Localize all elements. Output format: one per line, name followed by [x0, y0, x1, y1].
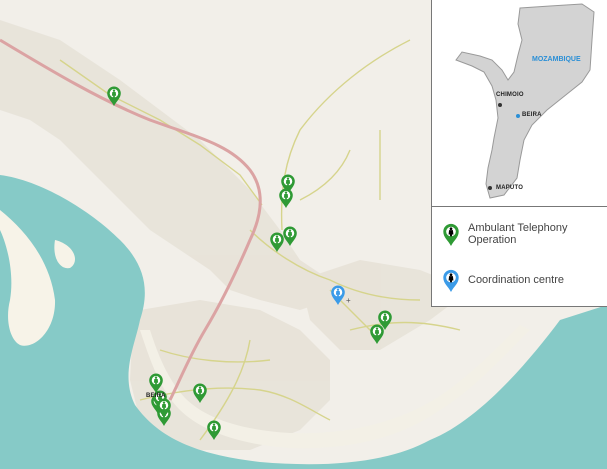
inset-city-beira: BEIRA	[522, 112, 542, 118]
inset-country-label: MOZAMBIQUE	[532, 56, 581, 63]
inset-city-chimoio: CHIMOIO	[496, 92, 524, 98]
beira-dot	[516, 114, 520, 118]
inset-country-shape	[455, 3, 595, 199]
legend-item-ambulant: Ambulant Telephony Operation	[442, 221, 588, 247]
legend-item-coordination: Coordination centre	[442, 267, 588, 293]
green-marker-icon	[443, 223, 459, 247]
legend: Ambulant Telephony Operation Coordinatio…	[431, 207, 607, 307]
maputo-dot	[488, 186, 492, 190]
map-figure: + BEIRA MOZAMBIQUE CHIMOIO BEIRA MAPUTO …	[0, 0, 607, 469]
map-city-label: BEIRA	[146, 393, 166, 399]
legend-label-ambulant: Ambulant Telephony Operation	[468, 222, 568, 246]
chimoio-dot	[498, 103, 502, 107]
svg-text:+: +	[346, 296, 351, 305]
blue-marker-icon	[443, 269, 459, 293]
legend-label-coordination: Coordination centre	[468, 274, 565, 286]
inset-map: MOZAMBIQUE CHIMOIO BEIRA MAPUTO	[431, 0, 607, 207]
inset-city-maputo: MAPUTO	[496, 185, 524, 191]
